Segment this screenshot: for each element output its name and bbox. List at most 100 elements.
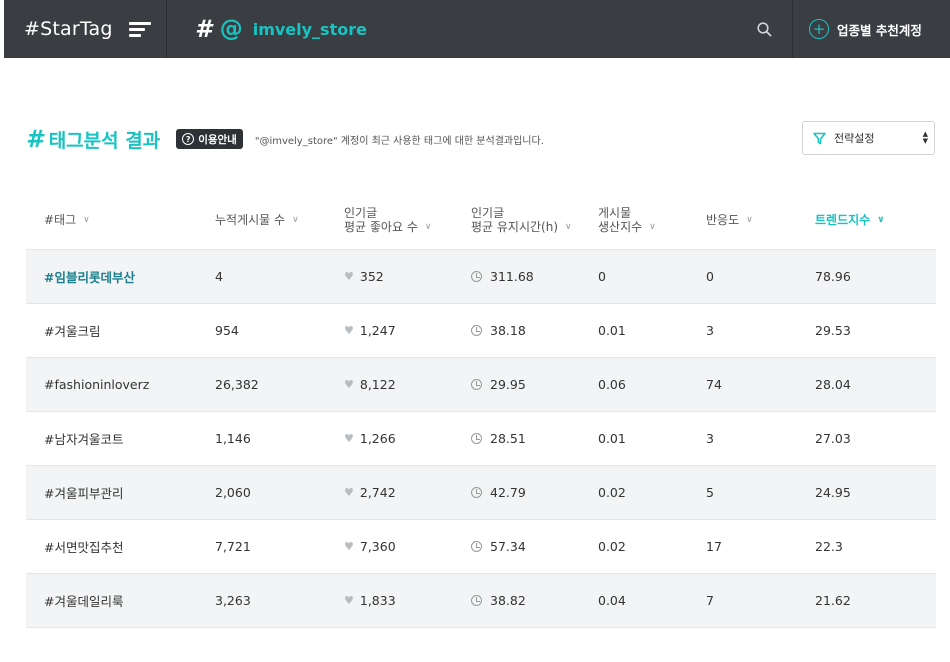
tag-link[interactable]: #남자겨울코트 bbox=[44, 429, 123, 448]
trend-index: 27.03 bbox=[815, 431, 851, 446]
reaction: 3 bbox=[706, 431, 714, 446]
avg-likes: 8,122 bbox=[359, 377, 396, 392]
table-row[interactable]: #서면맛집추천 7,721 ♥ 7,360 57.34 0.02 17 22.3 bbox=[26, 520, 936, 574]
production-index: 0.02 bbox=[598, 485, 626, 500]
search-icon bbox=[756, 21, 772, 37]
col-header-total-posts[interactable]: 누적게시물 수 ∨ bbox=[215, 213, 344, 227]
production-index: 0.06 bbox=[598, 377, 626, 392]
account-name[interactable]: imvely_store bbox=[253, 20, 367, 39]
clock-icon bbox=[471, 325, 482, 336]
tag-link[interactable]: #겨울피부관리 bbox=[44, 483, 123, 502]
heart-icon: ♥ bbox=[344, 324, 354, 337]
col-header-label-group: 인기글 평균 좋아요 수 bbox=[344, 206, 418, 234]
usage-guide-label: 이용안내 bbox=[198, 133, 237, 146]
production-index: 0.02 bbox=[598, 539, 626, 554]
avg-likes: 1,833 bbox=[359, 593, 396, 608]
trend-index: 78.96 bbox=[815, 269, 851, 284]
strategy-select[interactable]: 전략설정 ▲ ▼ bbox=[802, 121, 935, 155]
col-header-label: 생산지수 bbox=[598, 219, 643, 234]
heart-icon: ♥ bbox=[344, 540, 354, 553]
total-posts: 7,721 bbox=[215, 539, 251, 554]
production-index: 0.01 bbox=[598, 323, 626, 338]
reaction: 17 bbox=[706, 539, 722, 554]
heart-icon: ♥ bbox=[344, 486, 354, 499]
col-header-avg-hours[interactable]: 인기글 평균 유지시간(h) ∨ bbox=[471, 206, 598, 234]
chevron-down-icon: ∨ bbox=[565, 221, 572, 232]
tag-link[interactable]: #서면맛집추천 bbox=[44, 537, 123, 556]
col-header-trend-index[interactable]: 트렌드지수 ∨ bbox=[815, 213, 936, 227]
chevron-down-icon: ∨ bbox=[83, 214, 90, 225]
usage-guide-button[interactable]: ? 이용안내 bbox=[176, 129, 243, 149]
production-index: 0.04 bbox=[598, 593, 626, 608]
col-header-label-group: 게시물 생산지수 bbox=[598, 206, 642, 234]
reaction: 3 bbox=[706, 323, 714, 338]
avg-hours: 38.82 bbox=[490, 593, 526, 608]
col-header-label: 반응도 bbox=[706, 212, 740, 227]
brand-area: #StarTag bbox=[4, 0, 167, 58]
tag-link[interactable]: #겨울크림 bbox=[44, 321, 100, 340]
total-posts: 4 bbox=[215, 269, 223, 284]
col-header-label: 게시물 bbox=[598, 205, 632, 220]
col-header-label: 평균 좋아요 수 bbox=[344, 219, 418, 234]
trend-index: 22.3 bbox=[815, 539, 843, 554]
tag-link[interactable]: #임블리롯데부산 bbox=[44, 267, 135, 286]
result-description: "@imvely_store" 계정이 최근 사용한 태그에 대한 분석결과입니… bbox=[254, 135, 544, 147]
trend-index: 29.53 bbox=[815, 323, 851, 338]
table-row[interactable]: #겨울크림 954 ♥ 1,247 38.18 0.01 3 29.53 bbox=[26, 304, 936, 358]
avg-hours: 42.79 bbox=[490, 485, 526, 500]
clock-icon bbox=[471, 271, 482, 282]
total-posts: 3,263 bbox=[215, 593, 251, 608]
heart-icon: ♥ bbox=[344, 378, 354, 391]
total-posts: 1,146 bbox=[215, 431, 251, 446]
at-icon: @ bbox=[219, 16, 243, 42]
col-header-label: 트렌드지수 bbox=[815, 212, 871, 227]
trend-index: 28.04 bbox=[815, 377, 851, 392]
avg-hours: 29.95 bbox=[490, 377, 526, 392]
clock-icon bbox=[471, 541, 482, 552]
recommend-accounts-button[interactable]: + 업종별 추천계정 bbox=[792, 0, 950, 58]
clock-icon bbox=[471, 379, 482, 390]
tag-link[interactable]: #겨울데일리룩 bbox=[44, 591, 123, 610]
heart-icon: ♥ bbox=[344, 594, 354, 607]
chevron-down-icon: ∨ bbox=[877, 214, 885, 225]
col-header-production-index[interactable]: 게시물 생산지수 ∨ bbox=[598, 206, 706, 234]
table-header: #태그 ∨ 누적게시물 수 ∨ 인기글 평균 좋아요 수 ∨ 인기글 평균 유지시간(h… bbox=[26, 190, 936, 250]
trend-index: 21.62 bbox=[815, 593, 851, 608]
table-row[interactable]: #남자겨울코트 1,146 ♥ 1,266 28.51 0.01 3 27.03 bbox=[26, 412, 936, 466]
chevron-down-icon: ∨ bbox=[649, 221, 656, 232]
trend-index: 24.95 bbox=[815, 485, 851, 500]
reaction: 74 bbox=[706, 377, 722, 392]
col-header-tag[interactable]: #태그 ∨ bbox=[26, 213, 215, 227]
avg-hours: 57.34 bbox=[490, 539, 526, 554]
select-arrows-icon: ▲ ▼ bbox=[922, 130, 928, 145]
reaction: 5 bbox=[706, 485, 714, 500]
col-header-label: 평균 유지시간(h) bbox=[471, 219, 559, 234]
brand-logo[interactable]: #StarTag bbox=[24, 18, 113, 40]
hamburger-icon[interactable] bbox=[128, 21, 151, 37]
avg-hours: 28.51 bbox=[490, 431, 526, 446]
chevron-down-icon: ∨ bbox=[424, 221, 432, 232]
chevron-down-icon: ∨ bbox=[746, 214, 753, 225]
search-button[interactable] bbox=[744, 0, 784, 58]
avg-likes: 2,742 bbox=[359, 485, 396, 500]
avg-likes: 7,360 bbox=[359, 539, 396, 554]
heart-icon: ♥ bbox=[344, 270, 354, 283]
col-header-avg-likes[interactable]: 인기글 평균 좋아요 수 ∨ bbox=[344, 206, 471, 234]
page-title: 태그분석 결과 bbox=[48, 129, 161, 152]
reaction: 7 bbox=[706, 593, 714, 608]
clock-icon bbox=[471, 433, 482, 444]
recommend-label: 업종별 추천계정 bbox=[837, 22, 922, 38]
table-row[interactable]: #임블리롯데부산 4 ♥ 352 311.68 0 0 78.96 bbox=[26, 250, 936, 304]
tag-analysis-table: #태그 ∨ 누적게시물 수 ∨ 인기글 평균 좋아요 수 ∨ 인기글 평균 유지시간(h… bbox=[26, 190, 936, 628]
table-row[interactable]: #겨울데일리룩 3,263 ♥ 1,833 38.82 0.04 7 21.62 bbox=[26, 574, 936, 628]
tag-link[interactable]: #fashioninloverz bbox=[44, 377, 149, 392]
avg-likes: 1,266 bbox=[359, 431, 396, 446]
avg-hours: 311.68 bbox=[490, 269, 534, 284]
avg-likes: 1,247 bbox=[359, 323, 396, 338]
reaction: 0 bbox=[706, 269, 714, 284]
table-row[interactable]: #fashioninloverz 26,382 ♥ 8,122 29.95 0.0… bbox=[26, 358, 936, 412]
total-posts: 954 bbox=[215, 323, 239, 338]
chevron-down-icon: ∨ bbox=[292, 214, 299, 225]
table-row[interactable]: #겨울피부관리 2,060 ♥ 2,742 42.79 0.02 5 24.95 bbox=[26, 466, 936, 520]
col-header-reaction[interactable]: 반응도 ∨ bbox=[706, 213, 815, 227]
